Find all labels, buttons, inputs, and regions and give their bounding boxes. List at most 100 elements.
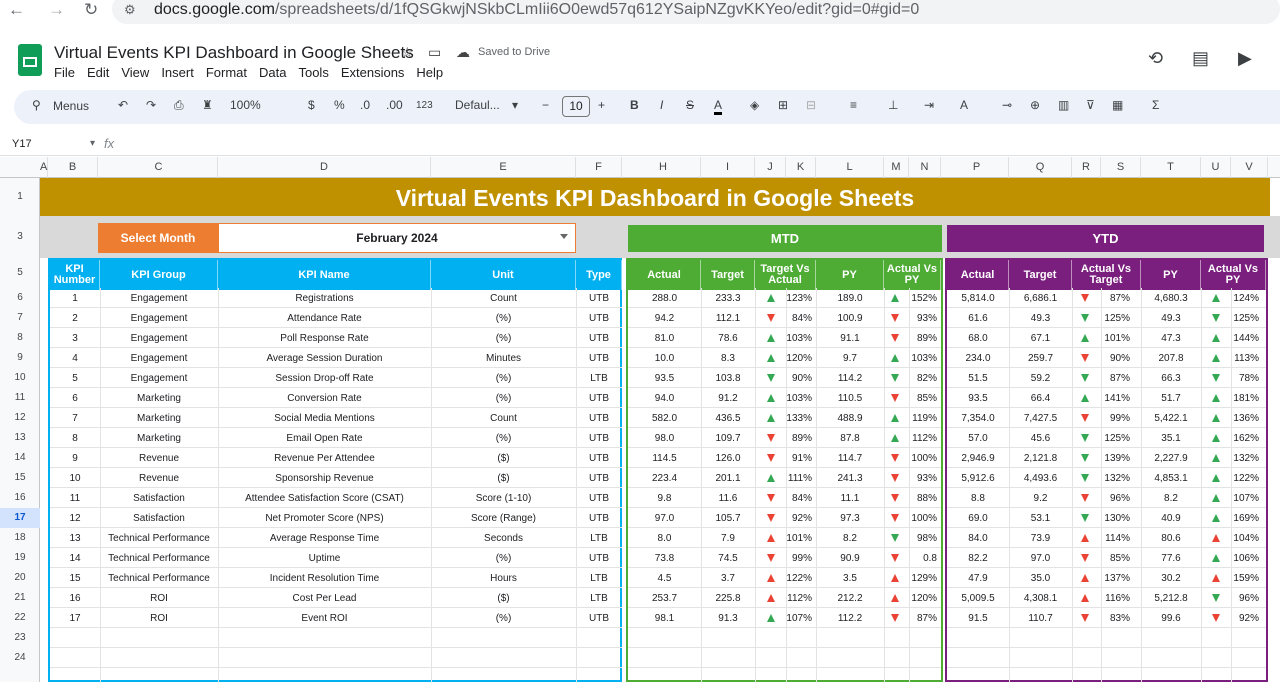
borders-icon[interactable]: ⊞ xyxy=(778,98,788,112)
text-rotation-icon[interactable]: A xyxy=(960,98,968,112)
left-header-0[interactable]: KPI Number xyxy=(50,260,100,290)
column-header-m[interactable]: M xyxy=(884,157,909,178)
sheets-logo-icon[interactable] xyxy=(18,44,42,76)
column-header-v[interactable]: V xyxy=(1231,157,1268,178)
menus-search-button[interactable]: Menus xyxy=(53,99,89,113)
row-header-8[interactable]: 8 xyxy=(0,328,40,348)
row-header-1[interactable]: 1 xyxy=(0,178,40,216)
menu-view[interactable]: View xyxy=(121,65,149,80)
row-header-5[interactable]: 5 xyxy=(0,258,40,288)
row-header-13[interactable]: 13 xyxy=(0,428,40,448)
row-header-17[interactable]: 17 xyxy=(0,508,40,528)
ytd-header-4[interactable]: Actual Vs PY xyxy=(1201,260,1266,290)
row-header-18[interactable]: 18 xyxy=(0,528,40,548)
row-header-21[interactable]: 21 xyxy=(0,588,40,608)
ytd-header-2[interactable]: Actual Vs Target xyxy=(1072,260,1141,290)
column-header-h[interactable]: H xyxy=(626,157,701,178)
column-header-u[interactable]: U xyxy=(1201,157,1231,178)
row-header-12[interactable]: 12 xyxy=(0,408,40,428)
reload-icon[interactable]: ↻ xyxy=(84,0,98,20)
ytd-header-0[interactable]: Actual xyxy=(947,260,1009,290)
comments-icon[interactable]: ▤ xyxy=(1192,48,1209,69)
row-header-20[interactable]: 20 xyxy=(0,568,40,588)
decrease-font-size-icon[interactable]: − xyxy=(542,98,549,112)
fill-color-icon[interactable]: ◈ xyxy=(750,98,759,112)
merge-cells-icon[interactable]: ⊟ xyxy=(806,98,816,112)
row-header-14[interactable]: 14 xyxy=(0,448,40,468)
vertical-align-icon[interactable]: ⊥ xyxy=(888,98,898,112)
font-size-input[interactable]: 10 xyxy=(562,96,590,117)
decrease-decimal-button[interactable]: .0 xyxy=(360,98,370,112)
column-header-l[interactable]: L xyxy=(816,157,884,178)
menu-format[interactable]: Format xyxy=(206,65,247,80)
row-header-9[interactable]: 9 xyxy=(0,348,40,368)
paint-format-icon[interactable]: ♜ xyxy=(202,98,213,112)
currency-format-button[interactable]: $ xyxy=(308,98,315,112)
column-header-s[interactable]: S xyxy=(1101,157,1141,178)
month-dropdown[interactable]: February 2024 xyxy=(218,223,576,253)
increase-font-size-icon[interactable]: + xyxy=(598,98,605,112)
name-box[interactable]: Y17 xyxy=(12,138,32,150)
url-text[interactable]: docs.google.com/spreadsheets/d/1fQSGkwjN… xyxy=(154,1,919,19)
row-header-7[interactable]: 7 xyxy=(0,308,40,328)
left-header-1[interactable]: KPI Group xyxy=(100,260,218,290)
row-header-16[interactable]: 16 xyxy=(0,488,40,508)
star-icon[interactable]: ☆ xyxy=(401,44,414,61)
column-header-c[interactable]: C xyxy=(100,157,218,178)
history-icon[interactable]: ⟲ xyxy=(1148,48,1163,69)
column-header-t[interactable]: T xyxy=(1141,157,1201,178)
font-select[interactable]: Defaul... xyxy=(455,98,500,112)
column-header-q[interactable]: Q xyxy=(1009,157,1072,178)
row-header-10[interactable]: 10 xyxy=(0,368,40,388)
filter-icon[interactable]: ⊽ xyxy=(1086,98,1095,112)
menu-file[interactable]: File xyxy=(54,65,75,80)
back-arrow-icon[interactable]: ← xyxy=(8,0,25,20)
functions-icon[interactable]: Σ xyxy=(1152,98,1159,112)
column-header-a[interactable]: A xyxy=(40,157,48,178)
undo-icon[interactable]: ↶ xyxy=(118,98,128,112)
bold-icon[interactable]: B xyxy=(630,98,639,112)
row-header-19[interactable]: 19 xyxy=(0,548,40,568)
left-header-2[interactable]: KPI Name xyxy=(218,260,431,290)
site-info-icon[interactable]: ⚙ xyxy=(124,2,136,18)
number-format-button[interactable]: 123 xyxy=(416,100,433,111)
mtd-header-1[interactable]: Target xyxy=(701,260,755,290)
column-header-j[interactable]: J xyxy=(755,157,786,178)
row-header-11[interactable]: 11 xyxy=(0,388,40,408)
percent-format-button[interactable]: % xyxy=(334,98,345,112)
column-header-d[interactable]: D xyxy=(218,157,431,178)
row-header-23[interactable]: 23 xyxy=(0,628,40,648)
mtd-header-0[interactable]: Actual xyxy=(628,260,701,290)
insert-chart-icon[interactable]: ▥ xyxy=(1058,98,1069,112)
redo-icon[interactable]: ↷ xyxy=(146,98,156,112)
column-header-r[interactable]: R xyxy=(1072,157,1101,178)
font-dropdown-caret-icon[interactable]: ▾ xyxy=(512,98,518,112)
column-header-e[interactable]: E xyxy=(431,157,576,178)
ytd-header-3[interactable]: PY xyxy=(1141,260,1201,290)
menu-edit[interactable]: Edit xyxy=(87,65,109,80)
search-icon[interactable]: ⚲ xyxy=(32,98,41,112)
doc-title[interactable]: Virtual Events KPI Dashboard in Google S… xyxy=(54,43,414,63)
filter-views-icon[interactable]: ▦ xyxy=(1112,98,1123,112)
column-header-p[interactable]: P xyxy=(945,157,1009,178)
row-header-24[interactable]: 24 xyxy=(0,648,40,668)
text-color-icon[interactable]: A xyxy=(714,98,723,115)
column-header-b[interactable]: B xyxy=(48,157,98,178)
mtd-header-4[interactable]: Actual Vs PY xyxy=(884,260,941,290)
increase-decimal-button[interactable]: .00 xyxy=(386,98,403,112)
menu-extensions[interactable]: Extensions xyxy=(341,65,405,80)
horizontal-align-icon[interactable]: ≡ xyxy=(850,98,857,112)
column-header-k[interactable]: K xyxy=(786,157,816,178)
text-wrapping-icon[interactable]: ⇥ xyxy=(924,98,934,112)
menu-data[interactable]: Data xyxy=(259,65,286,80)
zoom-select[interactable]: 100% xyxy=(230,98,261,112)
row-header-6[interactable]: 6 xyxy=(0,288,40,308)
meet-video-icon[interactable]: ▶ xyxy=(1238,48,1252,69)
mtd-header-3[interactable]: PY xyxy=(816,260,884,290)
print-icon[interactable]: ⎙ xyxy=(174,98,184,113)
row-header-22[interactable]: 22 xyxy=(0,608,40,628)
menu-insert[interactable]: Insert xyxy=(161,65,194,80)
strikethrough-icon[interactable]: S xyxy=(686,98,694,112)
italic-icon[interactable]: I xyxy=(660,98,663,112)
row-header-15[interactable]: 15 xyxy=(0,468,40,488)
